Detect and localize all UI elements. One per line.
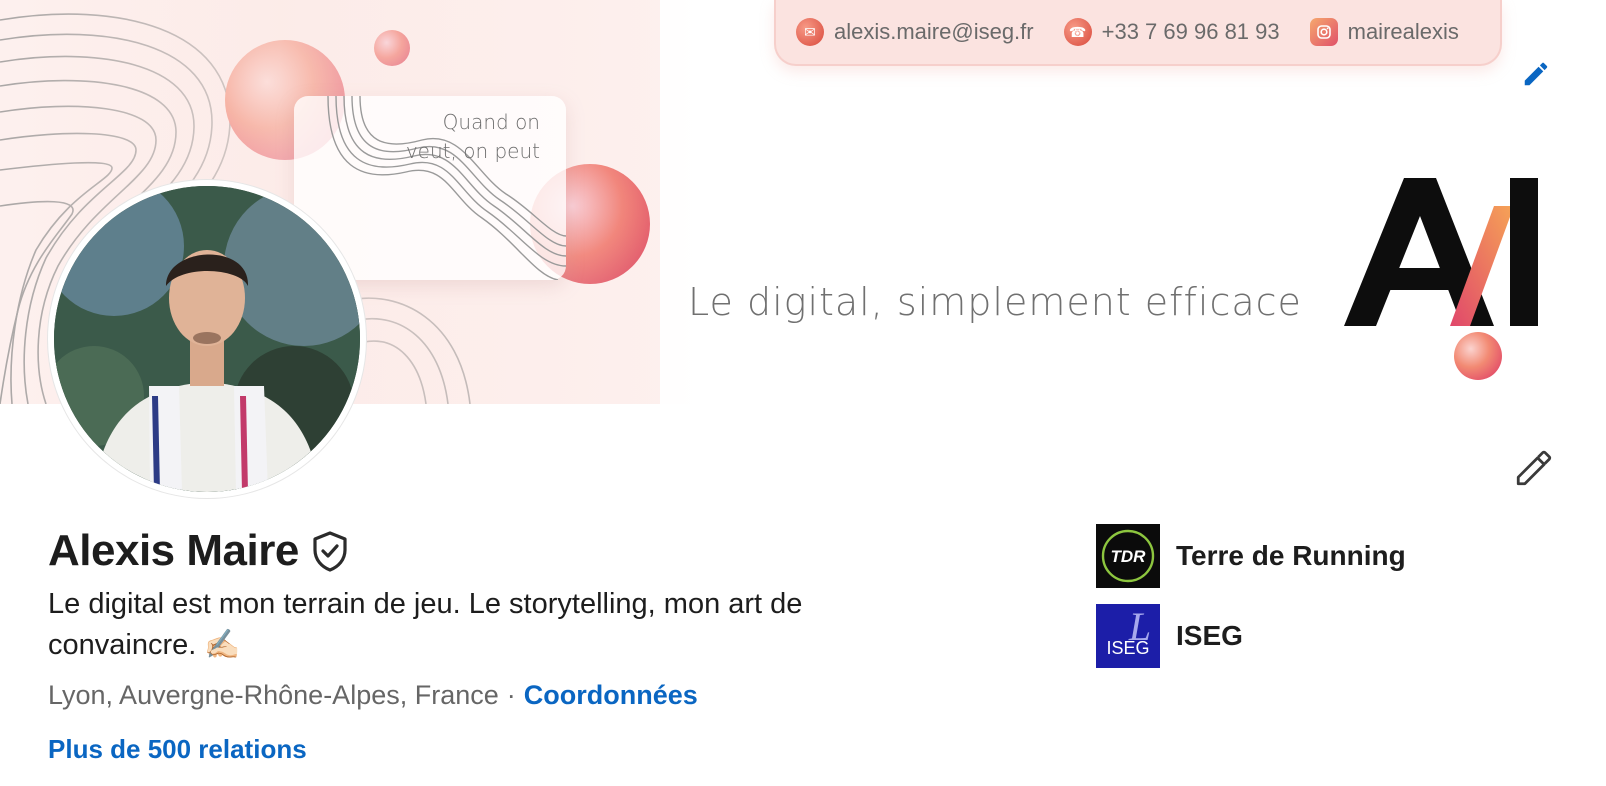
phone-icon: ☎ — [1063, 18, 1092, 46]
banner-tagline: Le digital, simplement efficace — [688, 280, 1302, 324]
connections-link[interactable]: Plus de 500 relations — [48, 734, 307, 765]
contact-email-text: alexis.maire@iseg.fr — [834, 19, 1034, 44]
mail-icon: ✉ — [796, 18, 824, 46]
contact-instagram: mairealexis — [1309, 18, 1459, 46]
profile-location: Lyon, Auvergne-Rhône-Alpes, France — [48, 680, 499, 710]
contact-info-link[interactable]: Coordonnées — [524, 680, 698, 711]
tdr-logo-text: TDR — [1111, 547, 1147, 566]
org-terre-de-running[interactable]: TDR Terre de Running — [1096, 524, 1406, 588]
contact-phone: ☎ +33 7 69 96 81 93 — [1063, 18, 1280, 46]
tdr-logo: TDR — [1096, 524, 1160, 588]
org-name-terre-de-running: Terre de Running — [1176, 540, 1406, 571]
profile-avatar[interactable] — [48, 180, 366, 498]
iseg-logo: L ISEG — [1096, 604, 1160, 668]
pencil-icon — [1516, 450, 1552, 486]
contact-bar: ✉ alexis.maire@iseg.fr ☎ +33 7 69 96 81 … — [774, 0, 1502, 66]
org-name-iseg: ISEG — [1176, 620, 1243, 651]
edit-banner-button[interactable] — [1518, 56, 1554, 92]
profile-name: Alexis Maire — [48, 526, 299, 575]
org-iseg[interactable]: L ISEG ISEG — [1096, 604, 1243, 668]
avatar-photo — [54, 186, 360, 492]
profile-headline: Le digital est mon terrain de jeu. Le st… — [48, 588, 803, 661]
banner-quote: Quand on veut, on peut — [405, 110, 540, 163]
instagram-icon — [1309, 18, 1338, 46]
edit-profile-button[interactable] — [1510, 444, 1558, 492]
contact-phone-text: +33 7 69 96 81 93 — [1101, 19, 1280, 44]
separator-dot: · — [506, 680, 516, 710]
contact-instagram-text: mairealexis — [1347, 19, 1459, 44]
shield-check-icon[interactable] — [311, 530, 349, 572]
iseg-logo-text: ISEG — [1106, 638, 1149, 658]
profile-name-row: Alexis Maire — [48, 526, 349, 576]
am-logo — [1344, 178, 1538, 326]
profile-location-row: Lyon, Auvergne-Rhône-Alpes, France · Coo… — [48, 680, 698, 711]
contact-email: ✉ alexis.maire@iseg.fr — [796, 18, 1034, 46]
pencil-icon — [1524, 62, 1548, 86]
